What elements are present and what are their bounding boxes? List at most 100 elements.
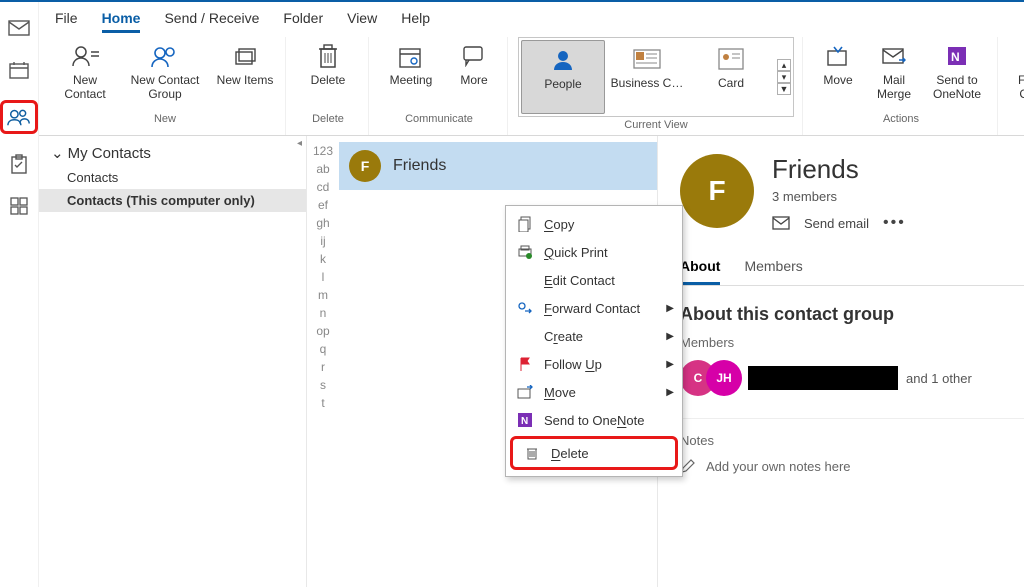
alpha-ij[interactable]: ij (320, 234, 325, 248)
view-card-button[interactable]: Card (689, 40, 773, 114)
view-people-button[interactable]: People (521, 40, 605, 114)
nav-contacts-local[interactable]: Contacts (This computer only) (39, 189, 306, 212)
mail-merge-button[interactable]: Mail Merge (869, 37, 919, 111)
send-email-link[interactable]: Send email (804, 216, 869, 231)
notes-field[interactable]: Add your own notes here (680, 458, 1024, 474)
more-button[interactable]: More (449, 37, 499, 111)
more-options-button[interactable]: ••• (883, 214, 906, 232)
people-view-icon (551, 45, 575, 75)
section-title: About this contact group (680, 304, 1024, 325)
menu-folder[interactable]: Folder (283, 10, 323, 33)
ctx-forward-contact[interactable]: Forward Contact▶ (506, 294, 682, 322)
ctx-copy[interactable]: CCopyopy (506, 210, 682, 238)
new-contact-group-button[interactable]: New Contact Group (123, 37, 207, 111)
menu-home[interactable]: Home (102, 10, 141, 33)
alpha-s[interactable]: s (320, 378, 326, 392)
alpha-ef[interactable]: ef (318, 198, 328, 212)
chevron-down-icon: ⌄ (51, 144, 64, 162)
group-label-actions: Actions (883, 111, 919, 129)
tasks-icon[interactable] (7, 152, 31, 176)
mail-icon[interactable] (7, 16, 31, 40)
alpha-t[interactable]: t (321, 396, 324, 410)
alpha-k[interactable]: k (320, 252, 326, 266)
alpha-l[interactable]: l (322, 270, 325, 284)
ctx-move[interactable]: Move▶ (506, 378, 682, 406)
nav-contacts[interactable]: Contacts (39, 166, 306, 189)
meeting-icon (398, 41, 424, 71)
alpha-index: 123 ab cd ef gh ij k l m n op q r s t (307, 136, 339, 587)
alpha-123[interactable]: 123 (313, 144, 333, 158)
new-contact-button[interactable]: New Contact (53, 37, 117, 111)
view-up-button[interactable]: ▴ (777, 59, 791, 71)
ribbon: New Contact New Contact Group New Items … (39, 33, 1024, 136)
send-onenote-button[interactable]: NSend to OneNote (925, 37, 989, 111)
onenote-icon: N (516, 411, 534, 429)
menu-sendreceive[interactable]: Send / Receive (164, 10, 259, 33)
nav-my-contacts[interactable]: ⌄My Contacts (39, 136, 306, 166)
alpha-op[interactable]: op (316, 324, 329, 338)
new-items-button[interactable]: New Items (213, 37, 277, 111)
menu-bar: File Home Send / Receive Folder View Hel… (39, 2, 1024, 33)
menu-help[interactable]: Help (401, 10, 430, 33)
alpha-ab[interactable]: ab (316, 162, 329, 176)
onenote-icon: N (946, 41, 968, 71)
alpha-cd[interactable]: cd (317, 180, 330, 194)
current-view-gallery: People Business C… Card ▴ ▾ ▼ (518, 37, 794, 117)
trash-icon (317, 41, 339, 71)
svg-text:N: N (521, 416, 528, 427)
members-label: Members (680, 335, 1024, 350)
apps-icon[interactable] (7, 194, 31, 218)
alpha-gh[interactable]: gh (316, 216, 329, 230)
reading-pane: F Friends 3 members Send email ••• About… (658, 136, 1024, 587)
member-avatar[interactable]: JH (706, 360, 742, 396)
new-items-icon (233, 41, 257, 71)
left-rail (0, 2, 39, 587)
member-count: 3 members (772, 189, 906, 204)
view-expand-button[interactable]: ▼ (777, 83, 791, 95)
submenu-arrow-icon: ▶ (666, 331, 674, 342)
forward-contact-button[interactable]: Forward Contact (1008, 37, 1024, 111)
speech-icon (462, 41, 486, 71)
ctx-edit-contact[interactable]: Edit Contact (506, 266, 682, 294)
submenu-arrow-icon: ▶ (666, 303, 674, 314)
avatar: F (680, 154, 754, 228)
copy-icon (516, 215, 534, 233)
contact-title: Friends (772, 154, 906, 185)
alpha-r[interactable]: r (321, 360, 325, 374)
forward-icon (516, 299, 534, 317)
move-folder-icon (516, 383, 534, 401)
ctx-follow-up[interactable]: Follow Up▶ (506, 350, 682, 378)
group-label-new: New (154, 111, 176, 129)
view-business-button[interactable]: Business C… (605, 40, 689, 114)
ctx-create[interactable]: Create▶ (506, 322, 682, 350)
ctx-delete[interactable]: Delete (510, 436, 678, 470)
other-members-text: and 1 other (906, 371, 972, 386)
list-item-label: Friends (393, 157, 446, 175)
mail-icon (772, 216, 790, 230)
list-item[interactable]: F Friends (339, 142, 657, 190)
ctx-send-onenote[interactable]: NSend to OneNote (506, 406, 682, 434)
ctx-quick-print[interactable]: Quick Print (506, 238, 682, 266)
alpha-q[interactable]: q (320, 342, 327, 356)
people-icon[interactable] (0, 100, 38, 134)
tab-members[interactable]: Members (744, 258, 802, 285)
calendar-icon[interactable] (7, 58, 31, 82)
move-button[interactable]: Move (813, 37, 863, 111)
context-menu: CCopyopy Quick Print Edit Contact Forwar… (505, 205, 683, 477)
alpha-n[interactable]: n (320, 306, 327, 320)
meeting-button[interactable]: Meeting (379, 37, 443, 111)
menu-view[interactable]: View (347, 10, 377, 33)
delete-button[interactable]: Delete (296, 37, 360, 111)
group-label-delete: Delete (312, 111, 344, 129)
business-card-icon (633, 44, 661, 74)
mailmerge-icon (882, 41, 906, 71)
view-down-button[interactable]: ▾ (777, 71, 791, 83)
move-icon (826, 41, 850, 71)
collapse-handle-icon[interactable]: ◂ (297, 138, 302, 149)
tab-about[interactable]: About (680, 258, 720, 285)
avatar: F (349, 150, 381, 182)
submenu-arrow-icon: ▶ (666, 359, 674, 370)
alpha-m[interactable]: m (318, 288, 328, 302)
svg-text:N: N (951, 50, 960, 64)
menu-file[interactable]: File (55, 10, 78, 33)
